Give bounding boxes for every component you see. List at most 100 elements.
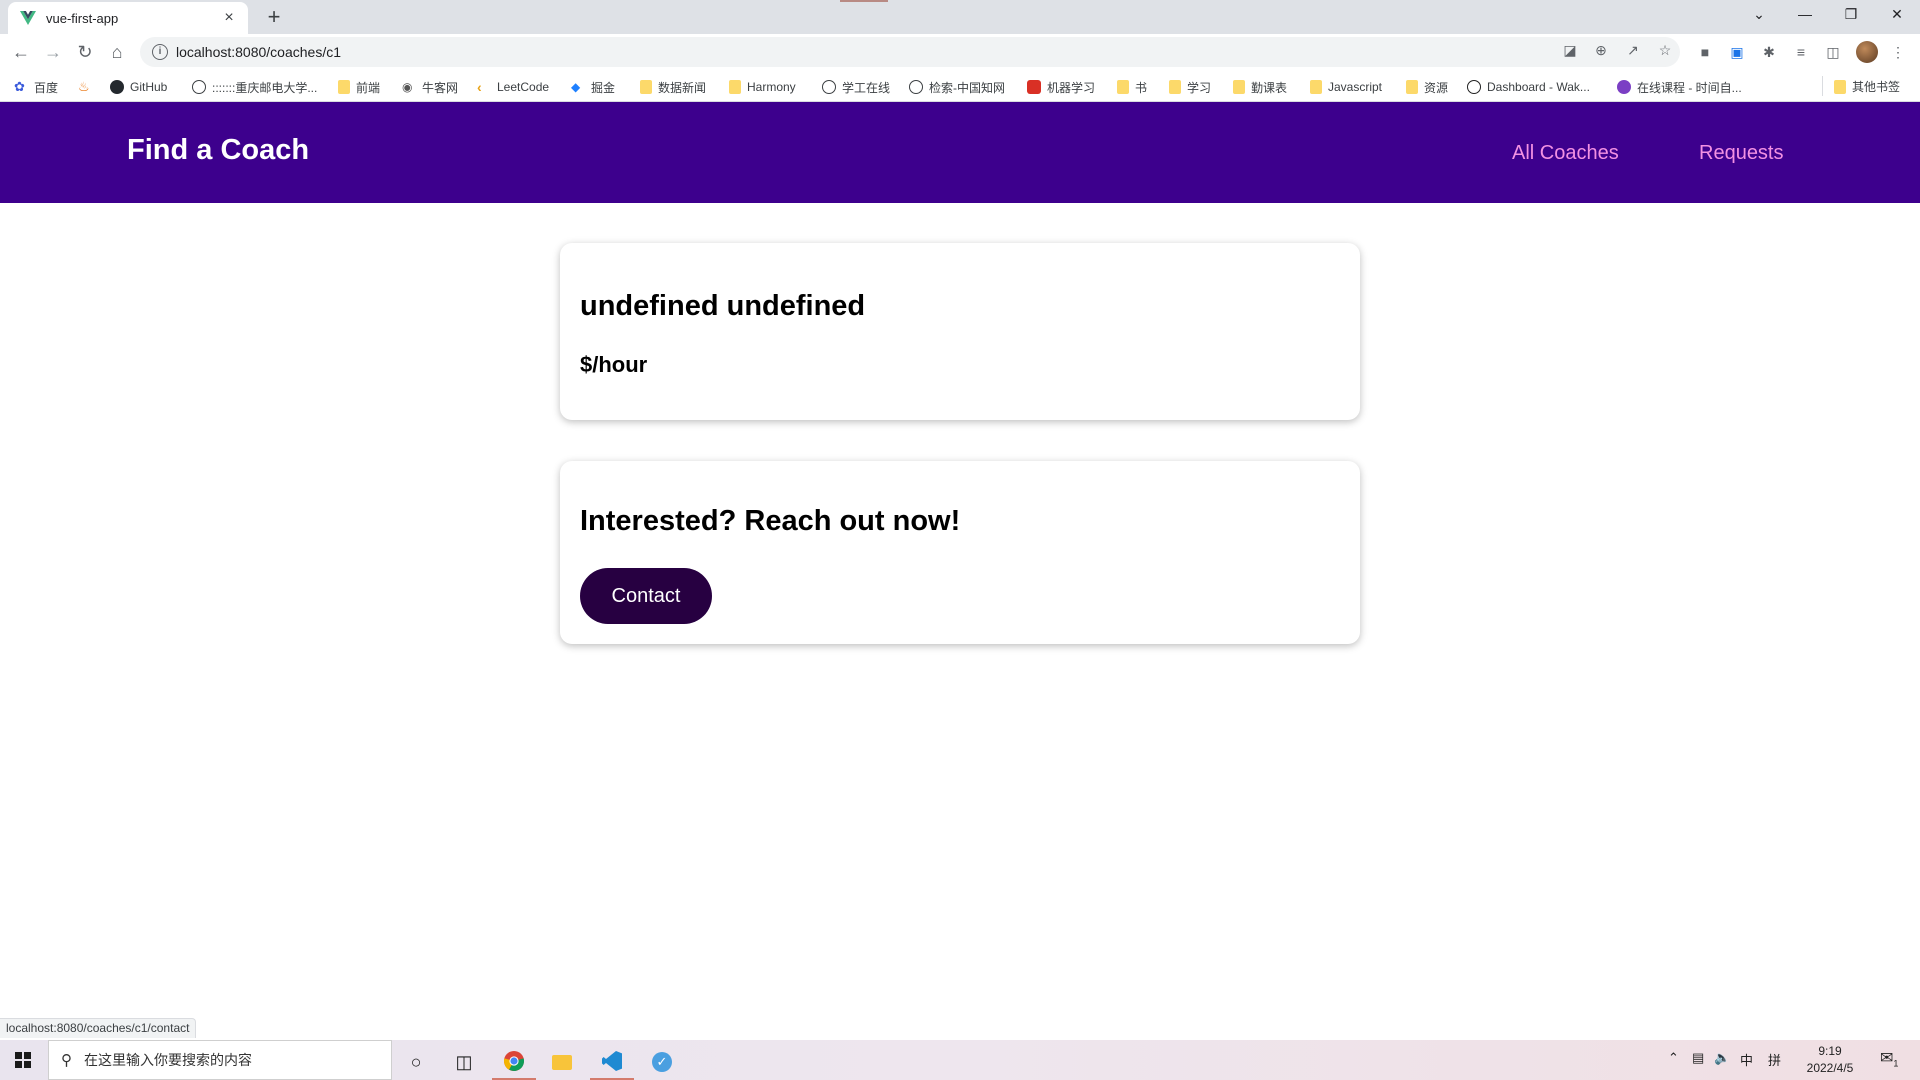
bookmark-folder[interactable]: 前端	[338, 78, 380, 96]
tab-title: vue-first-app	[46, 10, 119, 26]
notification-icon: ✉	[1880, 1050, 1894, 1067]
bookmark-folder[interactable]: 书	[1117, 78, 1147, 96]
bookmark-item[interactable]: :::::::重庆邮电大学...	[192, 78, 317, 96]
folder-icon	[729, 80, 741, 94]
tab-strip-indicator	[840, 0, 888, 2]
bookmark-item[interactable]: 机器学习	[1027, 78, 1095, 96]
nav-all-coaches[interactable]: All Coaches	[1512, 142, 1619, 165]
link-status-bar: localhost:8080/coaches/c1/contact	[0, 1018, 197, 1038]
forward-arrow-icon[interactable]: →	[40, 39, 66, 65]
globe-icon	[822, 80, 836, 94]
translate-extension-icon[interactable]: ▣	[1727, 42, 1747, 62]
reading-list-icon[interactable]: ≡	[1791, 42, 1811, 62]
taskbar-search-placeholder: 在这里输入你要搜索的内容	[84, 1052, 252, 1068]
folder-icon	[338, 80, 350, 94]
restore-button[interactable]: ❐	[1828, 0, 1874, 28]
network-icon[interactable]: ▤	[1692, 1050, 1704, 1066]
folder-icon	[1233, 80, 1245, 94]
new-tab-button[interactable]: +	[260, 5, 288, 31]
taskbar-search-box[interactable]: ⚲ 在这里输入你要搜索的内容	[48, 1040, 392, 1080]
brand-link[interactable]: Find a Coach	[127, 134, 309, 167]
volume-icon[interactable]: 🔈	[1714, 1050, 1730, 1066]
file-explorer-icon[interactable]	[540, 1044, 584, 1080]
todo-app-icon[interactable]: ✓	[640, 1044, 684, 1080]
puzzle-icon[interactable]: ✱	[1759, 42, 1779, 62]
contact-card: Interested? Reach out now! Contact	[560, 461, 1360, 644]
zoom-icon[interactable]: ⊕	[1591, 42, 1611, 62]
tab-search-button[interactable]: ⌄	[1736, 0, 1782, 28]
nowcoder-icon: ◉	[402, 80, 413, 94]
course-icon	[1617, 80, 1631, 94]
bookmark-item[interactable]: ◆ 掘金	[571, 78, 615, 96]
site-info-icon[interactable]: i	[152, 44, 168, 60]
menu-kebab-icon[interactable]: ⋮	[1888, 42, 1908, 62]
share-icon[interactable]: ↗	[1623, 42, 1643, 62]
bookmark-item[interactable]: ✿ 百度	[14, 78, 58, 96]
clock-time: 9:19	[1818, 1044, 1842, 1058]
bookmark-folder[interactable]: 数据新闻	[640, 78, 706, 96]
windows-taskbar: ⚲ 在这里输入你要搜索的内容 ○ ◫ ✓ ⌃ ▤ 🔈 中 拼 9:19 2022…	[0, 1040, 1920, 1080]
coach-rate: $/hour	[580, 352, 648, 377]
folder-icon	[640, 80, 652, 94]
bookmark-folder[interactable]: 勤课表	[1233, 78, 1287, 96]
reload-icon[interactable]: ↻	[72, 39, 98, 65]
bookmark-folder[interactable]: 资源	[1406, 78, 1448, 96]
baidu-icon: ✿	[14, 79, 25, 94]
profile-avatar[interactable]	[1856, 41, 1878, 63]
bookmark-item[interactable]: Dashboard - Wak...	[1467, 78, 1590, 96]
home-icon[interactable]: ⌂	[104, 39, 130, 65]
extension-icon[interactable]: ■	[1695, 42, 1715, 62]
bookmark-folder[interactable]: Javascript	[1310, 78, 1382, 96]
folder-icon	[1834, 79, 1846, 94]
globe-icon	[192, 80, 206, 94]
tab-close-icon[interactable]: ×	[220, 9, 238, 27]
bookmark-item[interactable]: ‹ LeetCode	[477, 78, 549, 96]
bookmark-folder[interactable]: 学习	[1169, 78, 1211, 96]
vscode-taskbar-icon[interactable]	[590, 1044, 634, 1080]
task-view-icon[interactable]: ◫	[442, 1044, 486, 1080]
ime-language[interactable]: 中	[1740, 1050, 1753, 1069]
chrome-taskbar-icon[interactable]	[492, 1044, 536, 1080]
bookmark-item[interactable]: 在线课程 - 时间自...	[1617, 78, 1742, 96]
tray-overflow-icon[interactable]: ⌃	[1668, 1050, 1679, 1066]
other-bookmarks-folder[interactable]: 其他书签	[1834, 78, 1900, 95]
bookmark-item[interactable]: 学工在线	[822, 78, 890, 96]
side-panel-icon[interactable]: ◫	[1823, 42, 1843, 62]
leetcode-icon: ‹	[477, 79, 482, 95]
browser-tab[interactable]: vue-first-app ×	[8, 2, 248, 34]
contact-button[interactable]: Contact	[580, 568, 712, 624]
bookmark-star-icon[interactable]: ☆	[1655, 42, 1675, 62]
taskbar-clock[interactable]: 9:19 2022/4/5	[1798, 1043, 1862, 1077]
windows-logo-icon	[15, 1052, 31, 1068]
bookmarks-divider	[1822, 76, 1823, 96]
minimize-button[interactable]: —	[1782, 0, 1828, 28]
close-window-button[interactable]: ✕	[1874, 0, 1920, 28]
bookmark-folder[interactable]: Harmony	[729, 78, 796, 96]
notification-center[interactable]: ✉1	[1880, 1048, 1898, 1069]
github-icon	[110, 80, 124, 94]
start-button[interactable]	[0, 1040, 46, 1080]
address-bar[interactable]: i localhost:8080/coaches/c1	[140, 37, 1680, 67]
wakatime-icon	[1467, 80, 1481, 94]
globe-icon	[909, 80, 923, 94]
cortana-icon[interactable]: ○	[394, 1044, 438, 1080]
search-icon: ⚲	[61, 1052, 72, 1069]
ime-mode[interactable]: 拼	[1768, 1050, 1781, 1069]
coach-name: undefined undefined	[580, 290, 866, 322]
bookmark-item[interactable]: ♨	[78, 78, 98, 96]
browser-tab-strip: vue-first-app × + ⌄ — ❐ ✕	[0, 0, 1920, 34]
bookmark-item[interactable]: GitHub	[110, 78, 167, 96]
contact-heading: Interested? Reach out now!	[580, 505, 961, 537]
translate-icon[interactable]: ◪	[1560, 42, 1580, 62]
back-arrow-icon[interactable]: ←	[8, 39, 34, 65]
nav-requests[interactable]: Requests	[1699, 142, 1784, 165]
folder-icon	[1310, 80, 1322, 94]
folder-icon	[1406, 80, 1418, 94]
coach-info-card: undefined undefined $/hour	[560, 243, 1360, 420]
folder-icon	[1169, 80, 1181, 94]
browser-toolbar: ← → ↻ ⌂ i localhost:8080/coaches/c1 ◪ ⊕ …	[0, 34, 1920, 70]
bookmark-icon: ♨	[78, 79, 90, 94]
address-url[interactable]: localhost:8080/coaches/c1	[176, 44, 341, 60]
bookmark-item[interactable]: 检索-中国知网	[909, 78, 1005, 96]
bookmark-item[interactable]: ◉ 牛客网	[402, 78, 458, 96]
